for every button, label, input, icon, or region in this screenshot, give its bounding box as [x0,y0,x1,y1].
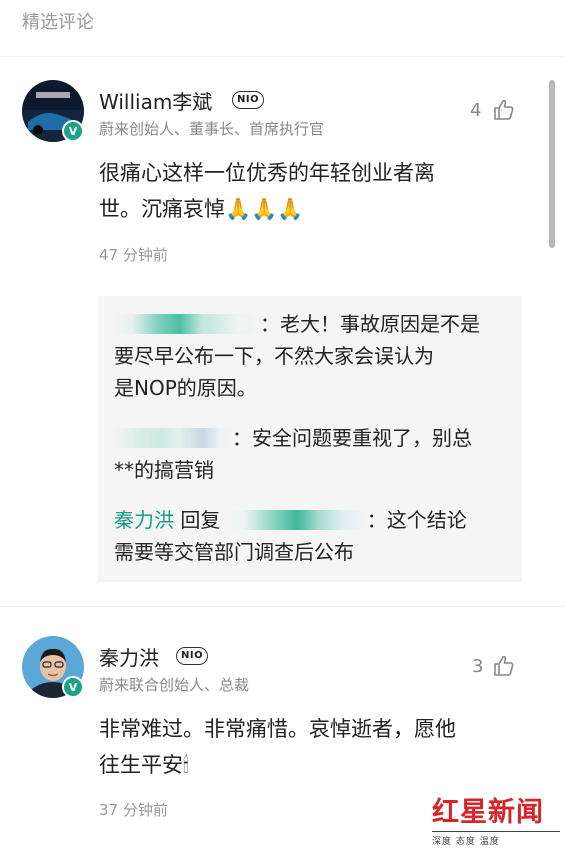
blurred-username [114,428,232,448]
comment-time: 47 分钟前 [99,246,168,264]
verified-icon: V [62,120,84,142]
divider [0,606,565,607]
divider [0,56,565,57]
reply-item[interactable]: 秦力洪 回复 ：这个结论 需要等交管部门调查后公布 [114,504,514,568]
thumbs-up-icon[interactable] [492,98,516,122]
commenter-name[interactable]: 秦力洪 [99,642,159,671]
logo-tagline: 深度 态度 温度 [432,831,560,847]
section-title: 精选评论 [22,12,94,33]
news-logo: 红星新闻 深度 态度 温度 [432,790,560,848]
blurred-username [114,314,260,334]
thumbs-up-icon[interactable] [492,654,516,678]
verified-icon: V [62,676,84,698]
blurred-username [226,510,367,530]
reply-list: ：老大！事故原因是不是 要尽早公布一下，不然大家会误认为 是NOP的原因。 ：安… [98,296,522,582]
like-count: 3 [472,656,484,677]
logo-text: 红星新闻 [432,797,544,828]
comment-text: 很痛心这样一位优秀的年轻创业者离 世。沉痛哀悼🙏🙏🙏 [99,161,435,221]
commenter-title: 蔚来联合创始人、总裁 [99,676,250,694]
reply-author[interactable]: 秦力洪 [114,508,174,532]
comment-text: 非常难过。非常痛惜。哀悼逝者，愿他 往生平安🕯 [99,717,456,777]
brand-badge: NIO [232,91,265,109]
like-count: 4 [470,100,482,121]
reply-item[interactable]: ：安全问题要重视了，别总 **的搞营销 [114,422,514,486]
brand-badge: NIO [176,647,209,665]
commenter-title: 蔚来创始人、董事长、首席执行官 [99,120,325,138]
commenter-name[interactable]: William李斌 [99,86,212,115]
comment-time: 37 分钟前 [99,801,168,819]
scrollbar[interactable] [549,80,555,248]
reply-item[interactable]: ：老大！事故原因是不是 要尽早公布一下，不然大家会误认为 是NOP的原因。 [114,308,514,404]
